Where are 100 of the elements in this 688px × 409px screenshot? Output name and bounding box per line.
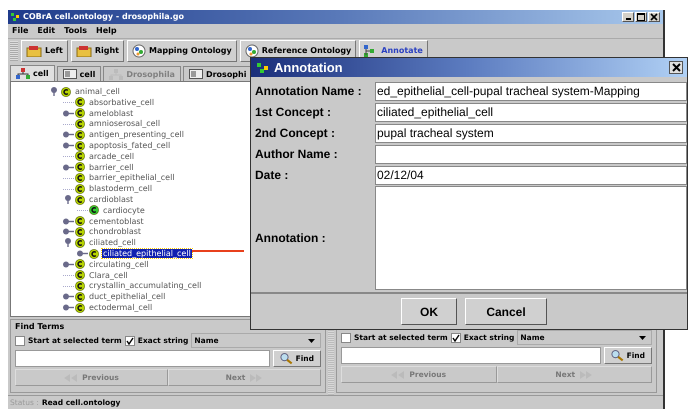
- class-icon: [75, 194, 85, 205]
- window-icon: [188, 69, 203, 80]
- checkbox[interactable]: [15, 336, 25, 346]
- close-icon: [672, 63, 680, 72]
- class-icon: [75, 226, 85, 237]
- tab[interactable]: cell: [56, 66, 102, 82]
- field-label: Annotation Name :: [255, 84, 363, 98]
- globe-icon: [244, 44, 259, 58]
- toolbar-button[interactable]: Right: [70, 40, 124, 62]
- tree-item[interactable]: arcade_cell: [88, 152, 136, 161]
- tree-item[interactable]: Clara_cell: [88, 270, 129, 280]
- tab[interactable]: Drosophi: [182, 66, 252, 82]
- tree-item[interactable]: crystallin_accumulating_cell: [88, 281, 202, 290]
- class-icon: [75, 97, 85, 108]
- field-label: Date :: [255, 168, 290, 182]
- dropdown-arrow-icon: [308, 338, 315, 343]
- app-icon: [11, 12, 20, 21]
- collapsed-handle-icon[interactable]: [77, 249, 88, 258]
- tree-item[interactable]: duct_epithelial_cell: [88, 292, 166, 302]
- class-icon: [75, 280, 85, 291]
- menu-item[interactable]: Help: [96, 26, 117, 36]
- text-field[interactable]: 02/12/04: [375, 166, 687, 184]
- text-field[interactable]: ciliated_epithelial_cell: [375, 102, 687, 122]
- collapsed-handle-icon[interactable]: [63, 108, 74, 118]
- class-icon: [89, 248, 99, 259]
- search-field[interactable]: [341, 347, 601, 364]
- collapsed-handle-icon[interactable]: [63, 162, 74, 172]
- tree-item[interactable]: chondroblast: [88, 227, 142, 236]
- tree-item[interactable]: antigen_presenting_cell: [88, 130, 185, 140]
- toolbar-button[interactable]: Left: [21, 40, 68, 62]
- class-icon: [75, 140, 85, 151]
- hierarchy-icon: [16, 68, 30, 80]
- globe-icon: [132, 44, 146, 58]
- tab[interactable]: cell: [10, 65, 55, 82]
- collapsed-handle-icon[interactable]: [63, 303, 74, 312]
- class-icon: [75, 108, 85, 118]
- collapsed-handle-icon[interactable]: [63, 130, 74, 140]
- dialog-title: Annotation: [274, 60, 343, 75]
- tree-item[interactable]: absorbative_cell: [88, 98, 156, 107]
- tree-item[interactable]: ciliated_cell: [88, 238, 137, 248]
- text-area[interactable]: [375, 186, 687, 290]
- menu-item[interactable]: Tools: [64, 26, 88, 36]
- checkbox[interactable]: [124, 336, 135, 346]
- class-icon: [75, 238, 85, 248]
- class-icon: [75, 216, 85, 226]
- window-title: COBrA cell.ontology - drosophila.go: [23, 12, 184, 22]
- connector-line: [192, 250, 244, 252]
- expanded-handle-icon[interactable]: [63, 195, 74, 204]
- tree-item[interactable]: barrier_cell: [88, 162, 135, 172]
- checkbox[interactable]: [450, 332, 461, 343]
- dropdown-arrow-icon: [639, 336, 646, 340]
- tree-item[interactable]: ectodermal_cell: [88, 303, 154, 312]
- class-icon: [75, 259, 85, 270]
- toolbar-grip[interactable]: [10, 40, 18, 61]
- tree-item[interactable]: animal_cell: [74, 87, 121, 96]
- class-icon: [75, 118, 85, 129]
- text-field[interactable]: ed_epithelial_cell-pupal tracheal system-Mapping: [375, 82, 687, 100]
- app-icon: [257, 62, 269, 72]
- collapsed-handle-icon[interactable]: [63, 141, 74, 150]
- maximize-icon: [637, 12, 645, 21]
- class-icon: [75, 130, 85, 140]
- hierarchy-icon: [109, 68, 124, 80]
- text-field[interactable]: [375, 144, 687, 164]
- class-icon: [75, 184, 85, 194]
- minimize-button[interactable]: [622, 12, 634, 22]
- field-label: Annotation :: [255, 231, 327, 245]
- tree-item[interactable]: ciliated_epithelial_cell: [102, 249, 192, 258]
- dialog-button[interactable]: OK: [401, 298, 457, 325]
- maximize-button[interactable]: [635, 12, 647, 22]
- close-button[interactable]: [669, 61, 683, 74]
- menu-item[interactable]: File: [12, 26, 28, 36]
- toolbar-button[interactable]: Mapping Ontology: [126, 40, 237, 62]
- checkbox[interactable]: [341, 332, 351, 343]
- menu-item[interactable]: Edit: [37, 26, 56, 36]
- expanded-handle-icon[interactable]: [49, 87, 60, 96]
- panel-title: Find Terms: [15, 322, 66, 332]
- search-field[interactable]: [15, 350, 270, 368]
- folder-icon: [26, 44, 42, 57]
- tree-item[interactable]: apoptosis_fated_cell: [88, 141, 172, 150]
- tree-item[interactable]: cementoblast: [88, 216, 145, 226]
- collapsed-handle-icon[interactable]: [63, 227, 74, 236]
- class-icon: [75, 270, 85, 280]
- class-icon: [75, 151, 85, 162]
- text-field[interactable]: pupal tracheal system: [375, 124, 687, 142]
- collapsed-handle-icon[interactable]: [63, 216, 74, 226]
- class-icon: [75, 302, 85, 313]
- expanded-handle-icon[interactable]: [63, 238, 74, 248]
- tree-item[interactable]: amnioserosal_cell: [88, 119, 162, 128]
- window-icon: [62, 69, 77, 80]
- tree-item[interactable]: cardiocyte: [102, 206, 146, 215]
- tree-item[interactable]: cardioblast: [88, 195, 134, 204]
- collapsed-handle-icon[interactable]: [63, 260, 74, 269]
- tree-item[interactable]: barrier_epithelial_cell: [88, 173, 176, 182]
- collapsed-handle-icon[interactable]: [63, 292, 74, 302]
- tree-item[interactable]: circulating_cell: [88, 260, 150, 269]
- tree-item[interactable]: blastoderm_cell: [88, 184, 154, 194]
- close-icon: [650, 12, 658, 21]
- dialog-button[interactable]: Cancel: [465, 298, 547, 325]
- tree-item[interactable]: ameloblast: [88, 108, 134, 118]
- class-icon: [75, 162, 85, 172]
